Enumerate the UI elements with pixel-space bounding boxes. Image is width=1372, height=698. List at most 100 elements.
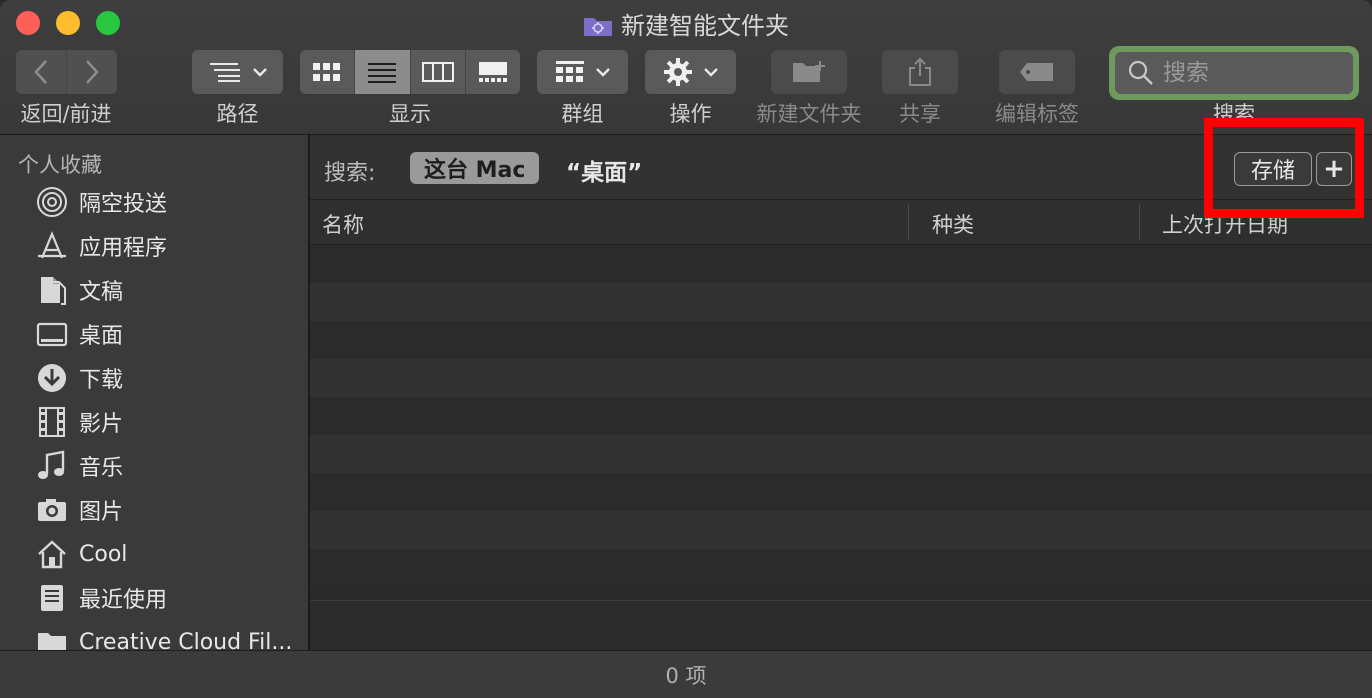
tag-icon [1020,63,1053,81]
list-lines-icon [368,63,397,83]
group-button[interactable] [537,50,628,94]
empty-row [310,511,1372,549]
scope-label: 搜索: [324,161,376,186]
file-list [310,245,1372,600]
sidebar-item-movies[interactable]: 影片 [0,400,308,444]
sidebar-item-label: 音乐 [79,456,124,481]
group-label: 群组 [561,102,604,126]
chevron-left-icon [34,60,47,84]
sidebar-item-music[interactable]: 音乐 [0,444,308,488]
sidebar-item-label: Creative Cloud Fil... [79,629,293,651]
desktop-icon [35,317,69,351]
columns-icon [421,62,454,82]
gallery-icon [478,62,507,82]
path-label: 路径 [216,102,259,126]
view-label: 显示 [389,102,431,126]
sidebar-item-creative-cloud[interactable]: Creative Cloud Fil... [0,620,308,650]
documents-icon [35,273,69,307]
window-title-bar: 新建智能文件夹 [0,6,1372,41]
action-button[interactable] [645,50,736,94]
pictures-icon [35,493,69,527]
applications-icon [35,229,69,263]
smart-folder-icon [583,15,613,37]
empty-row [310,283,1372,321]
chevron-down-icon [703,68,718,77]
sidebar-item-label: 文稿 [79,280,124,305]
chevron-right-icon [86,60,99,84]
action-label: 操作 [669,102,712,126]
list-bottom-area [310,600,1372,651]
sidebar-item-recents[interactable]: 最近使用 [0,576,308,620]
edit-tags-button[interactable] [999,50,1075,94]
view-columns-button[interactable] [411,50,466,94]
edit-tags-label: 编辑标签 [995,102,1079,126]
sidebar-item-label: 桌面 [79,324,124,349]
window-title: 新建智能文件夹 [621,12,789,40]
forward-button[interactable] [67,50,117,94]
sidebar-item-label: 影片 [79,412,124,437]
sidebar-item-label: 下载 [79,368,124,393]
scope-desktop-button[interactable]: “桌面” [566,153,642,187]
sidebar-item-downloads[interactable]: 下载 [0,356,308,400]
sidebar-item-label: Cool [79,541,128,567]
search-label: 搜索 [1213,102,1255,120]
chevron-down-icon [595,68,610,77]
music-icon [35,449,69,483]
share-button[interactable] [882,50,958,94]
movies-icon [35,405,69,439]
empty-row [310,435,1372,473]
search-field[interactable] [1115,52,1353,94]
path-button[interactable] [192,50,283,94]
column-divider[interactable] [1139,204,1140,240]
back-forward-control [16,50,117,94]
toolbar: 新建智能文件夹 返回/前进 路径 显示 群组 操作 新建文件夹 共享 编辑标签 … [0,0,1372,135]
group-grid-icon [555,61,584,82]
chevron-down-icon [252,68,267,77]
new-folder-button[interactable] [771,50,847,94]
airdrop-icon [35,185,69,219]
search-field-focus-ring [1109,46,1359,100]
empty-row [310,359,1372,397]
column-divider[interactable] [908,204,909,240]
status-bar: 0 项 [0,650,1372,698]
back-button[interactable] [16,50,67,94]
finder-window: 新建智能文件夹 返回/前进 路径 显示 群组 操作 新建文件夹 共享 编辑标签 … [0,0,1372,698]
home-icon [35,537,69,571]
icon-grid-icon [313,63,341,81]
new-folder-icon [793,61,825,82]
view-gallery-button[interactable] [466,50,520,94]
gear-icon [663,58,692,86]
view-list-button[interactable] [355,50,411,94]
column-kind-header[interactable]: 种类 [932,209,974,239]
folder-icon [35,625,69,650]
item-count: 0 项 [665,664,707,688]
downloads-icon [35,361,69,395]
sidebar-item-airdrop[interactable]: 隔空投送 [0,180,308,224]
sidebar: 个人收藏 隔空投送 应用程序 文稿 桌面 下载 影片 音乐 图片 Cool 最近… [0,135,310,650]
column-name-header[interactable]: 名称 [322,209,364,239]
sidebar-item-applications[interactable]: 应用程序 [0,224,308,268]
path-list-icon [209,63,240,82]
search-icon [1128,60,1153,85]
view-mode-control [300,50,520,94]
sidebar-item-documents[interactable]: 文稿 [0,268,308,312]
sidebar-item-home[interactable]: Cool [0,532,308,576]
search-input[interactable] [1161,59,1345,87]
sidebar-heading-favorites: 个人收藏 [18,153,102,177]
sidebar-item-label: 隔空投送 [79,192,168,217]
empty-row [310,321,1372,359]
empty-row [310,397,1372,435]
sidebar-item-label: 最近使用 [79,588,168,613]
highlight-annotation-box [1204,118,1364,218]
back-forward-label: 返回/前进 [20,102,112,126]
sidebar-item-pictures[interactable]: 图片 [0,488,308,532]
recents-icon [35,581,69,615]
empty-row [310,245,1372,283]
empty-row [310,549,1372,587]
share-icon [909,57,931,86]
view-icons-button[interactable] [300,50,356,94]
share-label: 共享 [899,102,941,126]
scope-this-mac-button[interactable]: 这台 Mac [410,152,540,184]
sidebar-item-label: 应用程序 [79,236,168,261]
sidebar-item-desktop[interactable]: 桌面 [0,312,308,356]
